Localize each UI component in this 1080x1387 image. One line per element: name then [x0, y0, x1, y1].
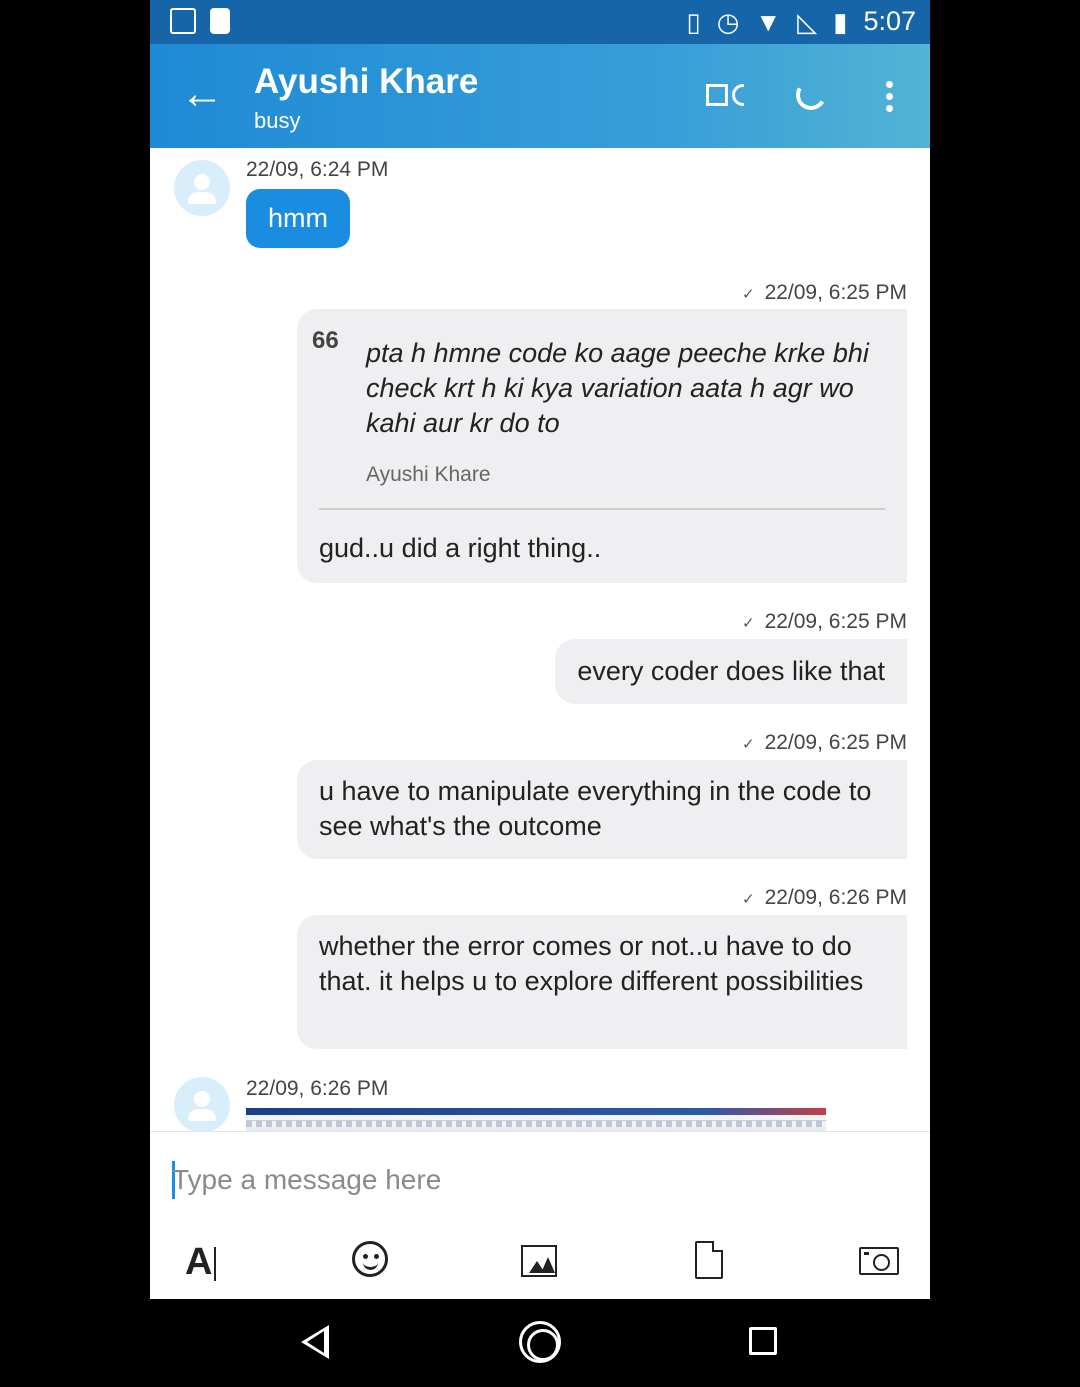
- timestamp-text: 22/09, 6:25 PM: [764, 281, 907, 304]
- outgoing-quoted-message[interactable]: 66 pta h hmne code ko aage peeche krke b…: [297, 309, 907, 583]
- image-attachment[interactable]: [246, 1108, 826, 1131]
- system-nav-bar: [150, 1299, 930, 1387]
- wifi-icon: ▼: [755, 6, 782, 37]
- composer: [150, 1131, 930, 1232]
- quote-icon: 66: [312, 327, 339, 354]
- phone-notification-icon: [210, 8, 230, 34]
- vibrate-icon: ▯: [686, 6, 701, 37]
- quoted-author: Ayushi Khare: [366, 463, 491, 486]
- thumbnail-toolbar: [246, 1121, 826, 1127]
- message-timestamp: 22/09, 6:26 PM: [246, 1077, 389, 1100]
- message-timestamp: ✓ 22/09, 6:25 PM: [742, 731, 907, 755]
- clock: 5:07: [863, 6, 916, 36]
- quote-divider: [319, 508, 885, 510]
- phone-handset-shape: [792, 76, 830, 114]
- outgoing-message[interactable]: u have to manipulate everything in the c…: [297, 760, 907, 859]
- video-camera-lens: [732, 84, 744, 106]
- message-timestamp: ✓ 22/09, 6:26 PM: [742, 886, 907, 910]
- timestamp-text: 22/09, 6:25 PM: [764, 731, 907, 754]
- incoming-message[interactable]: hmm: [246, 189, 350, 248]
- message-input[interactable]: [172, 1154, 872, 1206]
- sent-check-icon: ✓: [741, 286, 755, 303]
- message-list[interactable]: 22/09, 6:24 PM hmm ✓ 22/09, 6:25 PM 66 pt…: [150, 148, 930, 1131]
- text-format-icon[interactable]: A: [185, 1241, 217, 1283]
- quoted-text: pta h hmne code ko aage peeche krke bhi …: [366, 338, 869, 438]
- contact-avatar[interactable]: [174, 160, 230, 216]
- timestamp-text: 22/09, 6:26 PM: [764, 886, 907, 909]
- nav-home-icon[interactable]: [519, 1321, 561, 1363]
- dot: [885, 93, 893, 100]
- message-timestamp: 22/09, 6:24 PM: [246, 158, 389, 181]
- format-letter: A: [185, 1241, 213, 1283]
- reply-text: gud..u did a right thing..: [319, 533, 602, 563]
- alarm-icon: ◷: [716, 6, 740, 37]
- contact-avatar[interactable]: [174, 1077, 230, 1131]
- battery-icon: ▮: [833, 6, 848, 37]
- sent-check-icon: ✓: [741, 736, 755, 753]
- camera-icon[interactable]: [859, 1247, 899, 1275]
- nav-recents-icon[interactable]: [749, 1327, 777, 1355]
- message-timestamp: ✓ 22/09, 6:25 PM: [742, 281, 907, 305]
- outgoing-message[interactable]: whether the error comes or not..u have t…: [297, 915, 907, 1049]
- system-icons: ▯ ◷ ▼ ◺ ▮ 5:07: [686, 6, 916, 37]
- dot: [885, 105, 893, 112]
- gallery-notification-icon: [170, 8, 196, 34]
- thumbnail-titlebar: [246, 1108, 826, 1115]
- nav-back-icon[interactable]: [301, 1325, 329, 1359]
- emoji-icon[interactable]: [352, 1241, 388, 1277]
- composer-toolbar: A: [150, 1231, 930, 1299]
- phone-screen: ▯ ◷ ▼ ◺ ▮ 5:07 ← Ayushi Khare busy 22/09…: [150, 0, 930, 1387]
- signal-icon: ◺: [797, 6, 818, 37]
- timestamp-text: 22/09, 6:25 PM: [764, 610, 907, 633]
- sent-check-icon: ✓: [741, 891, 755, 908]
- file-icon[interactable]: [695, 1241, 723, 1279]
- sent-check-icon: ✓: [741, 615, 755, 632]
- contact-name[interactable]: Ayushi Khare: [254, 62, 478, 102]
- chat-header: ← Ayushi Khare busy: [150, 44, 930, 148]
- voice-call-icon[interactable]: [792, 76, 832, 116]
- dot: [885, 81, 893, 88]
- contact-status: busy: [254, 108, 301, 133]
- outgoing-message[interactable]: every coder does like that: [555, 639, 907, 704]
- format-cursor-bar: [214, 1246, 217, 1281]
- status-bar: ▯ ◷ ▼ ◺ ▮ 5:07: [150, 0, 930, 44]
- video-camera-body: [706, 84, 728, 106]
- notification-icons: [170, 8, 230, 34]
- back-arrow-icon[interactable]: ←: [180, 72, 224, 116]
- image-icon[interactable]: [521, 1245, 557, 1277]
- message-timestamp: ✓ 22/09, 6:25 PM: [742, 610, 907, 634]
- more-options-icon[interactable]: [884, 76, 894, 121]
